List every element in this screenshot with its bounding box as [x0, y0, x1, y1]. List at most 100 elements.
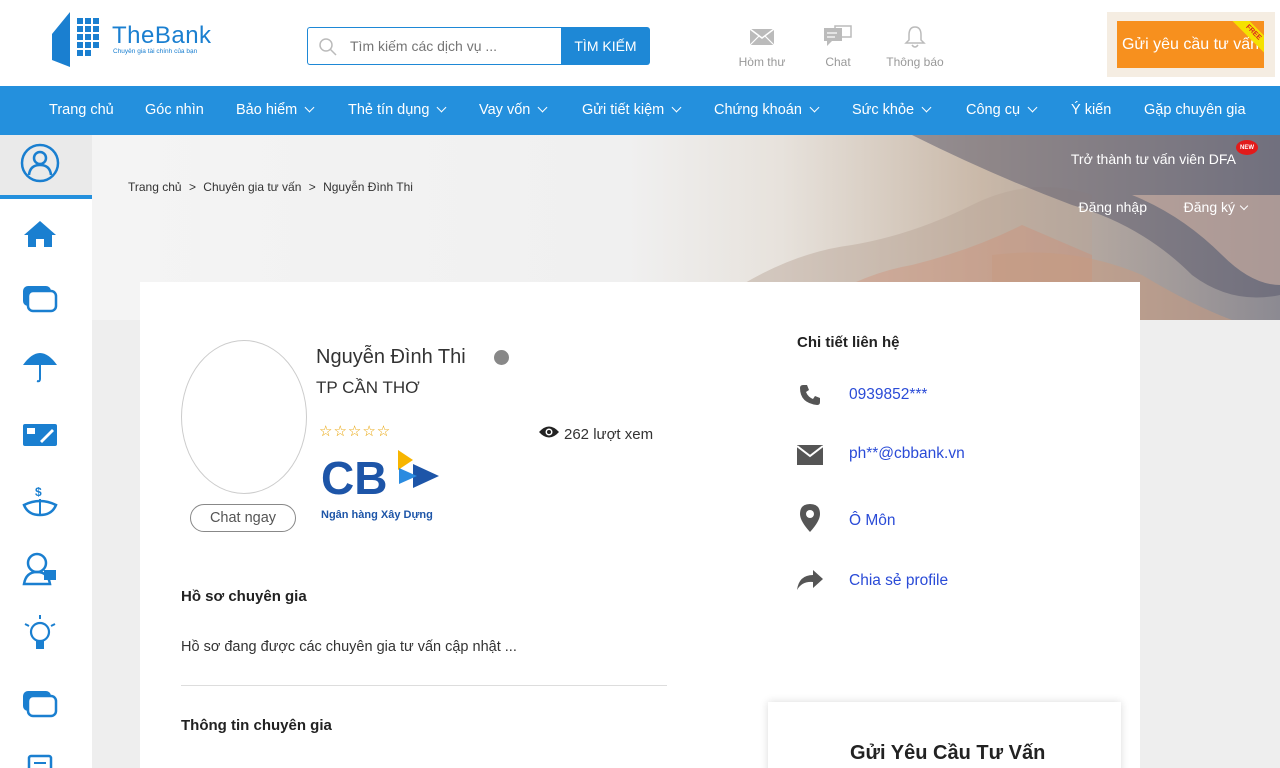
expert-profile-card: Chat ngay Nguyễn Đình Thi TP CẦN THƠ ☆☆☆… — [140, 282, 1140, 768]
envelope-icon — [796, 441, 824, 469]
nav-label: Bảo hiểm — [236, 102, 298, 118]
mailbox-label: Hòm thư — [738, 55, 786, 69]
become-dfa-link[interactable]: Trở thành tư vấn viên DFA — [1071, 151, 1236, 167]
search-box — [307, 27, 561, 65]
cb-bank-logo-icon: CB — [321, 450, 439, 504]
nav-item-insurance[interactable]: Bảo hiểm — [236, 86, 315, 135]
search-icon — [318, 37, 338, 62]
nav-item-perspective[interactable]: Góc nhìn — [145, 86, 204, 135]
profile-section-text: Hồ sơ đang được các chuyên gia tư vấn cậ… — [181, 639, 517, 655]
search-button[interactable]: TÌM KIẾM — [561, 27, 650, 65]
nav-item-meet-expert[interactable]: Gặp chuyên gia — [1144, 86, 1246, 135]
nav-item-securities[interactable]: Chứng khoán — [714, 86, 820, 135]
mailbox-button[interactable]: Hòm thư — [735, 24, 789, 69]
nav-item-tools[interactable]: Công cụ — [966, 86, 1038, 135]
nav-label: Gửi tiết kiệm — [582, 102, 665, 118]
home-icon[interactable] — [20, 214, 60, 254]
nav-item-health[interactable]: Sức khỏe — [852, 86, 932, 135]
request-form-title: Gửi Yêu Cầu Tư Vấn — [850, 742, 1046, 764]
document-icon[interactable] — [20, 747, 60, 768]
breadcrumb-separator: > — [308, 180, 316, 194]
mail-icon — [735, 24, 789, 50]
lightbulb-icon[interactable] — [20, 615, 60, 655]
nav-label: Trang chủ — [49, 102, 114, 118]
status-indicator — [494, 350, 509, 365]
nav-label: Góc nhìn — [145, 102, 204, 118]
nav-item-opinion[interactable]: Ý kiến — [1071, 86, 1111, 135]
bell-icon — [882, 24, 948, 50]
logo-building-icon — [52, 12, 99, 67]
svg-text:$: $ — [35, 485, 42, 499]
user-circle-icon — [20, 143, 60, 183]
credit-card-icon[interactable] — [20, 415, 60, 455]
chevron-down-icon — [809, 102, 820, 113]
new-badge: NEW — [1236, 140, 1258, 155]
share-icon — [796, 566, 824, 594]
nav-item-savings[interactable]: Gửi tiết kiệm — [582, 86, 682, 135]
phone-icon — [796, 381, 824, 409]
request-consult-label: Gửi yêu cầu tư vấn — [1121, 35, 1260, 53]
breadcrumb-separator: > — [188, 180, 196, 194]
consultant-icon[interactable] — [20, 549, 60, 589]
eye-icon — [538, 425, 564, 443]
money-hand-icon[interactable]: $ — [20, 482, 60, 522]
rating-stars: ☆☆☆☆☆ — [319, 423, 392, 440]
chat-header-button[interactable]: Chat — [815, 24, 861, 69]
umbrella-icon[interactable] — [20, 345, 60, 385]
map-marker-icon — [796, 504, 824, 532]
chat-now-button[interactable]: Chat ngay — [190, 504, 296, 532]
expert-info-title: Thông tin chuyên gia — [181, 717, 332, 734]
chat-icon — [815, 24, 861, 50]
chevron-down-icon — [921, 102, 932, 113]
card-icon[interactable] — [20, 684, 60, 724]
expert-name: Nguyễn Đình Thi — [316, 346, 466, 368]
nav-item-loans[interactable]: Vay vốn — [479, 86, 548, 135]
nav-item-credit-card[interactable]: Thẻ tín dụng — [348, 86, 447, 135]
chevron-down-icon — [537, 102, 548, 113]
nav-label: Chứng khoán — [714, 102, 802, 118]
nav-label: Ý kiến — [1071, 102, 1112, 118]
notifications-label: Thông báo — [886, 55, 944, 69]
bank-name: Ngân hàng Xây Dựng — [321, 509, 433, 521]
profile-section-title: Hồ sơ chuyên gia — [181, 588, 307, 605]
main-nav: Trang chủ Góc nhìn Bảo hiểm Thẻ tín dụng… — [0, 86, 1280, 135]
cta-wrapper: Gửi yêu cầu tư vấn FREE — [1107, 12, 1275, 77]
nav-label: Gặp chuyên gia — [1144, 102, 1246, 118]
request-form-box: Gửi Yêu Cầu Tư Vấn — [768, 702, 1121, 768]
chat-label: Chat — [825, 55, 851, 69]
request-consult-button[interactable]: Gửi yêu cầu tư vấn FREE — [1117, 21, 1264, 68]
nav-item-home[interactable]: Trang chủ — [49, 86, 114, 135]
register-link[interactable]: Đăng ký — [1183, 199, 1249, 215]
location-text[interactable]: Ô Môn — [849, 512, 896, 530]
left-sidebar: $ — [0, 135, 92, 768]
divider — [181, 685, 667, 686]
thebank-logo[interactable]: TheBank Chuyên gia tài chính của bạn — [50, 12, 230, 68]
expert-city: TP CẦN THƠ — [316, 378, 420, 397]
chevron-down-icon — [436, 102, 447, 113]
chevron-down-icon — [671, 102, 682, 113]
nav-label: Vay vốn — [479, 102, 531, 118]
notifications-button[interactable]: Thông báo — [882, 24, 948, 69]
breadcrumb: Trang chủ > Chuyên gia tư vấn > Nguyễn Đ… — [128, 180, 417, 194]
logo-text: TheBank — [112, 22, 212, 49]
share-profile-link[interactable]: Chia sẻ profile — [849, 572, 948, 590]
breadcrumb-current: Nguyễn Đình Thi — [323, 180, 413, 194]
search-input[interactable] — [350, 35, 550, 57]
email-address[interactable]: ph**@cbbank.vn — [849, 445, 965, 463]
avatar — [181, 340, 307, 494]
view-count: 262 lượt xem — [538, 425, 653, 443]
phone-number[interactable]: 0939852*** — [849, 386, 927, 404]
logo-subtitle: Chuyên gia tài chính của bạn — [113, 48, 198, 55]
card-icon[interactable] — [20, 279, 60, 319]
chevron-down-icon — [1027, 102, 1038, 113]
contact-details-title: Chi tiết liên hệ — [797, 334, 900, 351]
chevron-down-icon — [304, 102, 315, 113]
breadcrumb-experts[interactable]: Chuyên gia tư vấn — [203, 180, 301, 194]
sidebar-profile-tab[interactable] — [0, 135, 92, 199]
register-label: Đăng ký — [1183, 199, 1235, 215]
breadcrumb-home[interactable]: Trang chủ — [128, 180, 182, 194]
nav-label: Công cụ — [966, 102, 1021, 118]
nav-label: Sức khỏe — [852, 102, 915, 118]
login-link[interactable]: Đăng nhập — [1078, 199, 1147, 215]
view-count-text: 262 lượt xem — [564, 425, 654, 443]
